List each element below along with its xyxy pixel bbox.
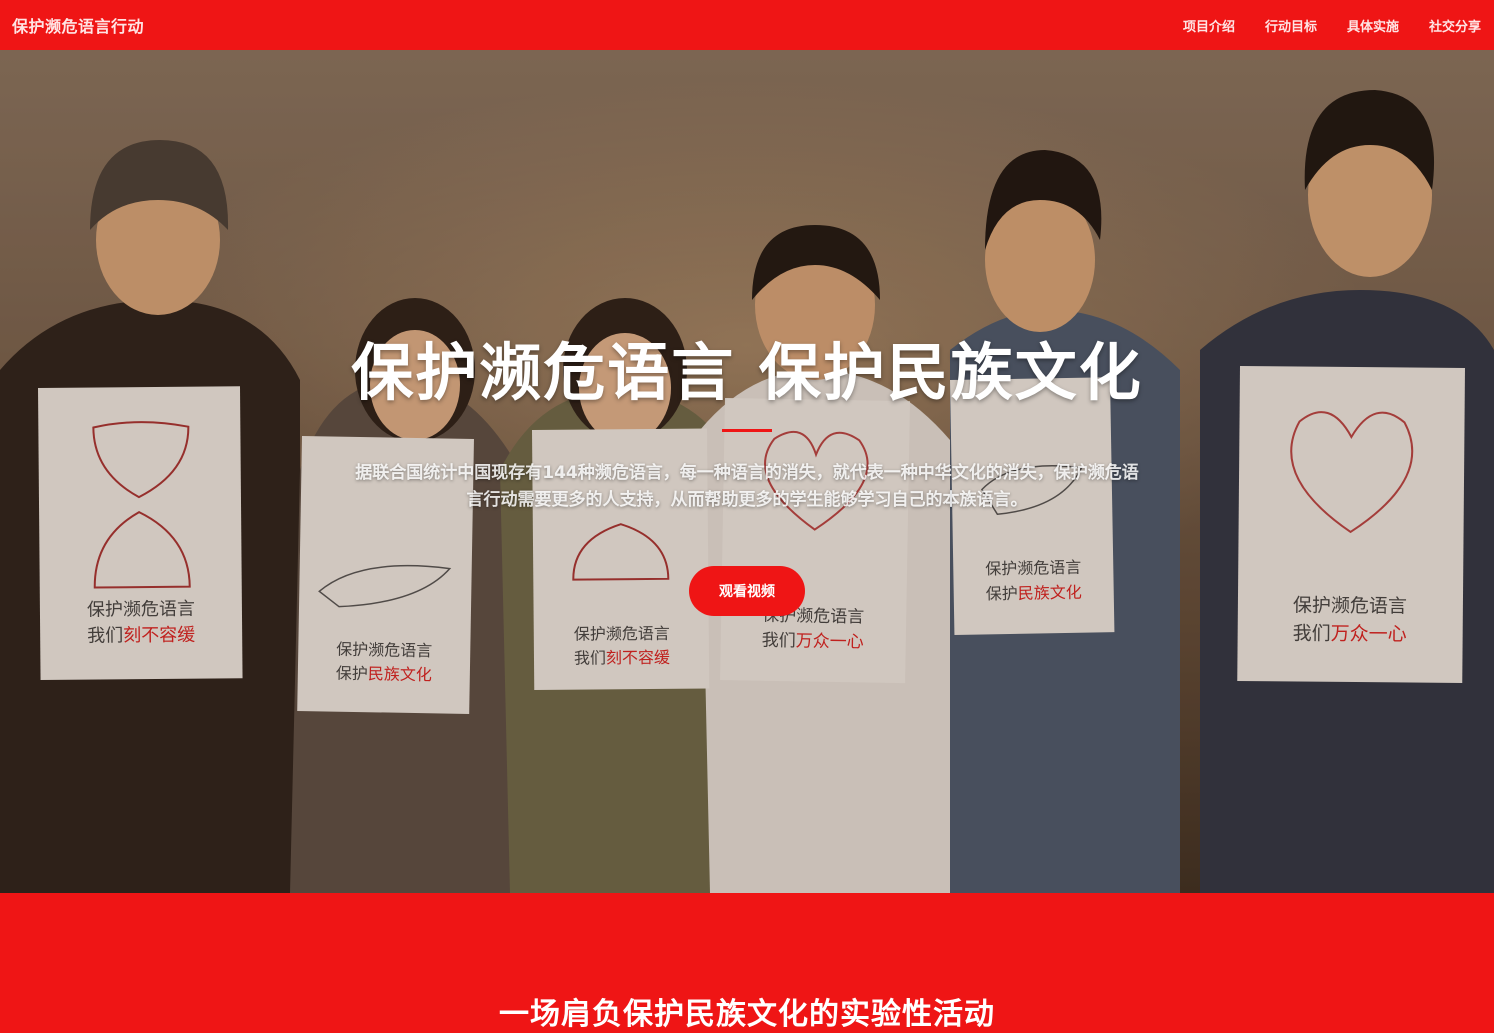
nav-link-social-share[interactable]: 社交分享 [1429, 16, 1481, 35]
nav-link-project-intro[interactable]: 项目介绍 [1183, 16, 1235, 35]
hero-divider [722, 429, 772, 432]
hero-description: 据联合国统计中国现存有144种濒危语言，每一种语言的消失，就代表一种中华文化的消… [355, 463, 1139, 510]
nav-link-implementation[interactable]: 具体实施 [1347, 16, 1399, 35]
hero-section: 保护濒危语言 我们刻不容缓 保护濒危语言 保护民族文化 保护濒危语言 我们刻不容… [0, 50, 1494, 893]
brand-logo-text[interactable]: 保护濒危语言行动 [12, 13, 144, 37]
watch-video-button[interactable]: 观看视频 [689, 566, 805, 616]
nav-links: 项目介绍 行动目标 具体实施 社交分享 [1183, 16, 1481, 35]
intro-section-title: 一场肩负保护民族文化的实验性活动 [499, 997, 995, 1032]
nav-link-action-goals[interactable]: 行动目标 [1265, 16, 1317, 35]
top-navbar: 保护濒危语言行动 项目介绍 行动目标 具体实施 社交分享 [0, 0, 1494, 50]
intro-section: 一场肩负保护民族文化的实验性活动 [0, 893, 1494, 1032]
hero-title: 保护濒危语言 保护民族文化 [351, 336, 1143, 409]
